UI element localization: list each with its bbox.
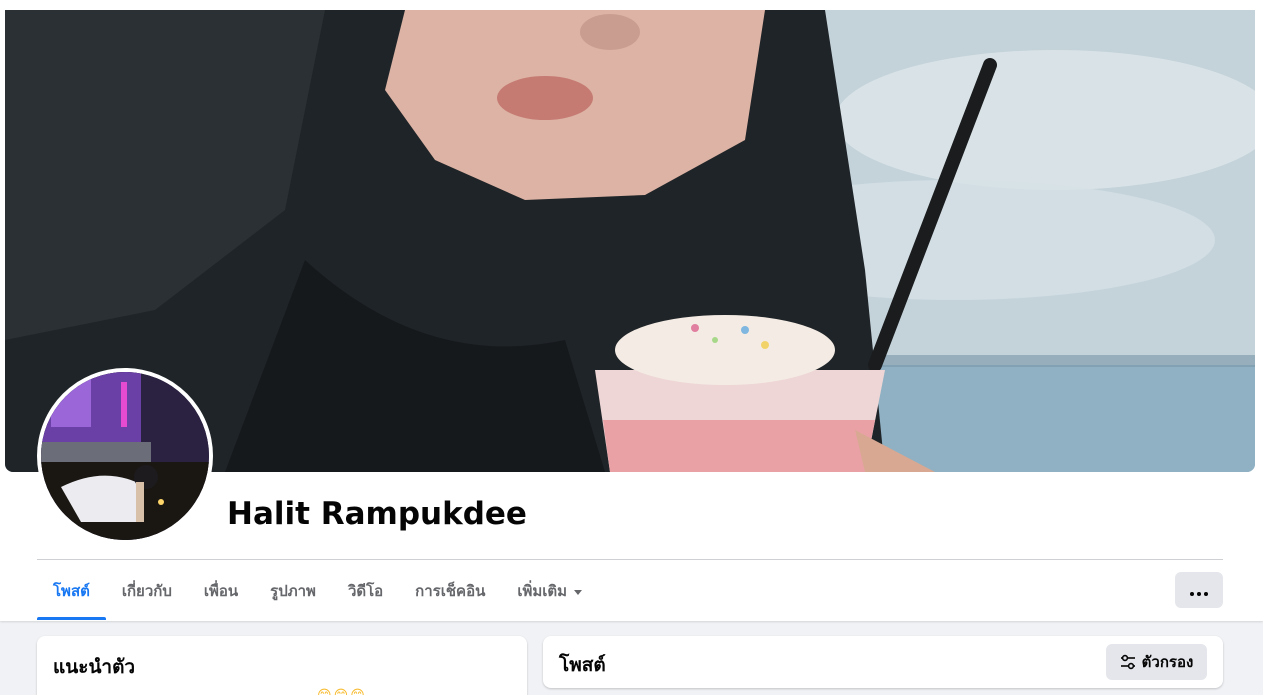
profile-picture-frame[interactable] [37, 368, 213, 544]
intro-bio-emoji: 😊😊😊 [317, 688, 367, 695]
tab-more-label: เพิ่มเติม [517, 582, 568, 600]
intro-card: แนะนำตัว 😊😊😊 [37, 636, 527, 695]
ellipsis-icon [1189, 581, 1210, 600]
tab-photos[interactable]: รูปภาพ [254, 562, 332, 620]
caret-down-icon [574, 589, 583, 595]
sliders-icon [1120, 654, 1135, 670]
tab-videos[interactable]: วิดีโอ [332, 562, 399, 620]
profile-picture [41, 372, 209, 540]
profile-header: Halit Rampukdee โพสต์ เกี่ยวกับ เพื่อน ร… [0, 0, 1263, 621]
tab-checkins-label: การเช็คอิน [415, 582, 486, 600]
intro-title: แนะนำตัว [53, 656, 136, 678]
tab-about-label: เกี่ยวกับ [121, 582, 172, 600]
tab-posts-label: โพสต์ [53, 582, 90, 600]
header-divider [37, 559, 1223, 560]
tab-photos-label: รูปภาพ [270, 582, 316, 600]
profile-tabs: โพสต์ เกี่ยวกับ เพื่อน รูปภาพ วิดีโอ การ… [37, 562, 598, 620]
posts-card: โพสต์ ตัวกรอง [543, 636, 1223, 688]
tab-posts[interactable]: โพสต์ [37, 562, 106, 620]
tab-checkins[interactable]: การเช็คอิน [399, 562, 501, 620]
filter-button[interactable]: ตัวกรอง [1106, 644, 1207, 680]
filter-label: ตัวกรอง [1141, 653, 1194, 671]
tab-videos-label: วิดีโอ [347, 582, 384, 600]
tab-friends[interactable]: เพื่อน [188, 562, 254, 620]
tab-about[interactable]: เกี่ยวกับ [106, 562, 188, 620]
more-options-button[interactable] [1175, 572, 1223, 608]
profile-name: Halit Rampukdee [227, 496, 527, 532]
tab-more[interactable]: เพิ่มเติม [501, 562, 598, 620]
tab-friends-label: เพื่อน [203, 582, 239, 600]
posts-title: โพสต์ [559, 654, 606, 676]
